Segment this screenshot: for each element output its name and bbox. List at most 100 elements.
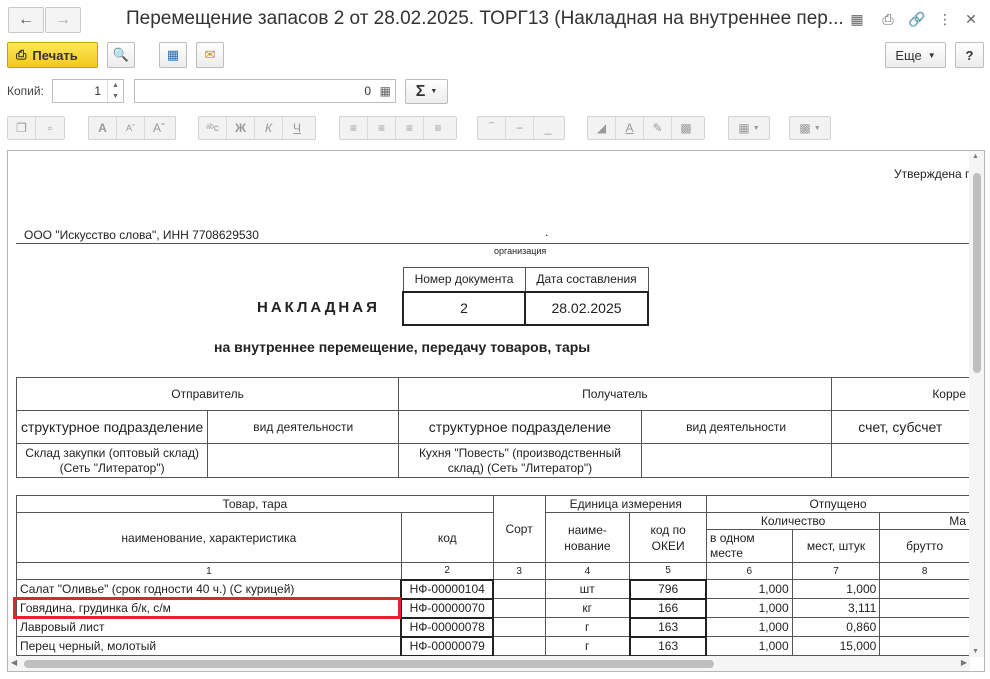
strikethrough-icon[interactable]: ᵃᵇc: [199, 117, 227, 139]
picture-button[interactable]: ▩ ▼: [789, 116, 831, 140]
scroll-left-icon[interactable]: ◀: [11, 658, 17, 667]
print-label: Печать: [32, 47, 78, 63]
sender-header: Отправитель: [15, 377, 400, 411]
row-gross: [879, 636, 970, 656]
organization-name: ООО "Искусство слова", ИНН 7708629530: [24, 228, 259, 242]
print-button[interactable]: ⎙ Печать: [7, 42, 98, 68]
doc-number-header: Номер документа: [402, 267, 526, 292]
font-increase-icon[interactable]: Aˆ: [145, 117, 173, 139]
table-row[interactable]: Салат "Оливье" (срок годности 40 ч.) (С …: [16, 578, 970, 600]
color-group: ◢ A ✎ ▩: [587, 116, 705, 140]
row-okei: 163: [628, 635, 708, 656]
row-places: 0,860: [791, 617, 881, 637]
italic-icon[interactable]: К: [255, 117, 283, 139]
copies-value: 1: [94, 84, 101, 98]
printer-icon[interactable]: ⎙: [879, 10, 897, 28]
col-num-8: 8: [879, 562, 970, 580]
copies-stepper[interactable]: ▲ ▼: [107, 80, 123, 104]
spreadsheet-document: Утверждена г ООО "Искусство слова", ИНН …: [8, 151, 970, 656]
vertical-scroll-thumb[interactable]: [973, 173, 981, 373]
preview-button[interactable]: 🔍: [107, 42, 135, 68]
arrow-right-icon: →: [55, 11, 71, 28]
col-num-6: 6: [705, 562, 793, 580]
doc-number-value: 2: [402, 290, 526, 326]
table-row[interactable]: Говядина, грудинка б/к, с/м НФ-00000070 …: [16, 597, 970, 619]
more-button[interactable]: Еще ▼: [885, 42, 946, 68]
goods-table: Товар, тара Сорт Единица измерения Отпущ…: [16, 495, 970, 656]
align-group: ≡ ≡ ≡ ≡: [339, 116, 457, 140]
align-justify-icon[interactable]: ≡: [424, 117, 452, 139]
code-header: код: [400, 512, 494, 563]
table-row[interactable]: Лавровый лист НФ-00000078 г 163 1,000 0,…: [16, 616, 970, 638]
row-gross: [879, 579, 970, 599]
save-button[interactable]: ▦: [159, 42, 187, 68]
valign-top-icon[interactable]: ‾: [478, 117, 506, 139]
row-okei: 796: [628, 578, 708, 600]
row-in-one: 1,000: [705, 598, 793, 618]
email-button[interactable]: ✉: [196, 42, 224, 68]
sum-value: 0: [364, 84, 371, 98]
font-decrease-icon[interactable]: Aˇ: [117, 117, 145, 139]
link-icon[interactable]: 🔗: [908, 10, 926, 28]
row-unit: шт: [544, 579, 631, 599]
doc-date-header: Дата составления: [524, 267, 649, 292]
receiver-activity-value: [640, 443, 832, 478]
align-right-icon[interactable]: ≡: [396, 117, 424, 139]
col-num-5: 5: [629, 562, 707, 580]
document-viewer[interactable]: Утверждена г ООО "Искусство слова", ИНН …: [7, 150, 985, 672]
close-icon[interactable]: ✕: [962, 10, 980, 28]
fill-color-icon[interactable]: ◢: [588, 117, 616, 139]
scroll-right-icon[interactable]: ▶: [961, 658, 967, 667]
clear-format-icon[interactable]: ▩: [672, 117, 700, 139]
col-num-3: 3: [492, 562, 546, 580]
highlighter-icon[interactable]: ✎: [644, 117, 672, 139]
valign-bottom-icon[interactable]: _: [534, 117, 562, 139]
correspondent-header: Корре: [830, 377, 970, 411]
paste-icon[interactable]: ▫: [36, 117, 64, 139]
text-color-icon[interactable]: A: [616, 117, 644, 139]
row-places: 15,000: [791, 636, 881, 656]
table-row[interactable]: Перец черный, молотый НФ-00000079 г 163 …: [16, 635, 970, 656]
copy-icon[interactable]: ❐: [8, 117, 36, 139]
copies-input[interactable]: 1 ▲ ▼: [52, 79, 124, 104]
help-button[interactable]: ?: [955, 42, 984, 68]
font-size-group: A Aˇ Aˆ: [88, 116, 176, 140]
row-sort: [492, 598, 546, 618]
row-code: НФ-00000104: [400, 578, 495, 600]
scroll-down-icon[interactable]: ▼: [972, 648, 979, 655]
clipboard-group: ❐ ▫: [7, 116, 65, 140]
receiver-activity-header: вид деятельности: [640, 410, 832, 444]
sum-button[interactable]: Σ ▼: [405, 79, 448, 104]
col-num-4: 4: [544, 562, 631, 580]
bold-icon[interactable]: Ж: [227, 117, 255, 139]
row-code: НФ-00000079: [400, 635, 495, 656]
vertical-scrollbar[interactable]: ▲ ▼: [969, 151, 984, 657]
account-value: [830, 443, 970, 478]
underline-icon[interactable]: Ч: [283, 117, 311, 139]
sigma-icon: Σ: [415, 82, 426, 100]
sender-activity-header: вид деятельности: [207, 410, 400, 444]
sender-value: Склад закупки (оптовый склад) (Сеть "Лит…: [15, 443, 209, 478]
calculator-icon[interactable]: ▦: [380, 80, 391, 102]
floppy-icon: ▦: [166, 47, 180, 62]
borders-button[interactable]: ▦ ▼: [728, 116, 770, 140]
horizontal-scroll-thumb[interactable]: [24, 660, 714, 668]
horizontal-scrollbar[interactable]: ◀ ▶: [8, 656, 970, 671]
font-icon[interactable]: A: [89, 117, 117, 139]
help-label: ?: [965, 47, 974, 63]
align-left-icon[interactable]: ≡: [340, 117, 368, 139]
unit-name-header: наиме- нование: [544, 512, 631, 563]
more-vertical-icon[interactable]: ⋮: [936, 10, 954, 28]
gross-header: брутто: [879, 529, 970, 563]
forward-button[interactable]: →: [45, 7, 81, 33]
save-icon[interactable]: ▦: [848, 10, 866, 28]
row-okei: 166: [628, 597, 708, 619]
scroll-up-icon[interactable]: ▲: [972, 153, 979, 160]
align-center-icon[interactable]: ≡: [368, 117, 396, 139]
document-heading: НАКЛАДНАЯ: [257, 299, 380, 316]
back-button[interactable]: ←: [8, 7, 44, 33]
org-caption: организация: [494, 246, 547, 256]
sum-field[interactable]: 0 ▦: [134, 79, 396, 103]
receiver-value: Кухня "Повесть" (производственный склад)…: [398, 443, 642, 478]
valign-middle-icon[interactable]: −: [506, 117, 534, 139]
